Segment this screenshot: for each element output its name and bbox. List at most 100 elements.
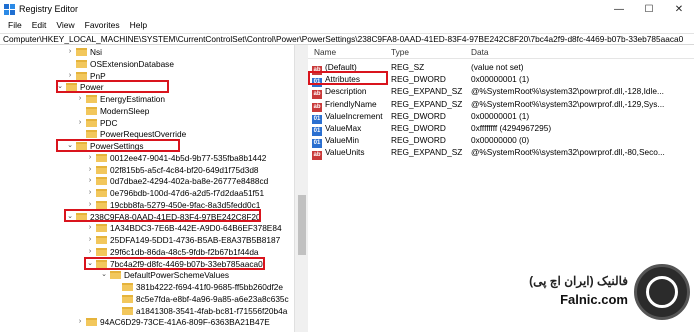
tree-node-label: 8c5e7fda-e8bf-4a96-9a85-a6e23a8c635c — [136, 293, 289, 304]
window-title: Registry Editor — [19, 4, 79, 14]
folder-icon — [96, 247, 107, 256]
tree-node-label: ModernSleep — [100, 105, 150, 116]
value-data-cell: 0x00000001 (1) — [471, 74, 530, 85]
chevron-right-icon[interactable]: › — [86, 175, 94, 187]
tree-node[interactable]: › 0d7dbae2-4294-402a-ba8e-26777e8488cd — [86, 175, 268, 187]
tree-node[interactable]: › 94AC6D29-73CE-41A6-809F-6363BA21B47E — [76, 316, 270, 328]
powersettings-highlight-box — [56, 139, 180, 152]
folder-icon — [76, 71, 87, 80]
value-data-cell: 0x00000000 (0) — [471, 135, 530, 146]
folder-icon — [110, 271, 121, 280]
watermark-site-text: Falnic.com — [560, 292, 628, 307]
tree-node[interactable]: ⌄ DefaultPowerSchemeValues — [100, 269, 229, 281]
menu-file[interactable]: File — [3, 20, 27, 30]
tree-node-label: Nsi — [90, 47, 102, 57]
value-type-cell: REG_SZ — [391, 62, 425, 72]
chevron-right-icon[interactable]: › — [86, 164, 94, 176]
registry-key-tree[interactable]: › Nsi OSExtensionDatabase › PnP ⌄ Power › Energy… — [0, 45, 294, 332]
column-header-type[interactable]: Type — [391, 45, 409, 59]
tree-node[interactable]: › 25DFA149-5DD1-4736-B5AB-E8A37B5B8187 — [86, 234, 280, 246]
folder-icon — [122, 283, 133, 291]
chevron-right-icon[interactable]: › — [76, 93, 84, 105]
folder-icon — [86, 106, 97, 115]
menu-edit[interactable]: Edit — [27, 20, 52, 30]
chevron-down-icon[interactable]: ⌄ — [100, 269, 108, 281]
value-type-cell: REG_EXPAND_SZ — [391, 98, 463, 109]
column-header-data[interactable]: Data — [471, 45, 489, 59]
chevron-right-icon[interactable]: › — [66, 46, 74, 58]
value-row[interactable]: ab ValueUnits REG_EXPAND_SZ @%SystemRoot%\s… — [308, 146, 694, 161]
tree-node-label: a1841308-3541-4fab-bc81-f71556f20b4a — [136, 305, 288, 316]
folder-icon — [76, 48, 87, 56]
tree-node[interactable]: › 1A34BDC3-7E6B-442E-A9D0-64B6EF378E84 — [86, 222, 282, 234]
chevron-right-icon[interactable]: › — [86, 152, 94, 164]
tree-node[interactable]: › Nsi — [66, 46, 102, 58]
value-name: ValueMax — [325, 123, 362, 133]
value-type-cell: REG_DWORD — [391, 74, 446, 85]
value-name: ValueIncrement — [325, 110, 383, 121]
menu-favorites[interactable]: Favorites — [80, 20, 125, 30]
tree-node-label: 0d7dbae2-4294-402a-ba8e-26777e8488cd — [110, 176, 269, 187]
tree-node[interactable]: 381b4222-f694-41f0-9685-ff5bb260df2e — [112, 281, 283, 293]
chevron-right-icon[interactable]: › — [86, 234, 94, 246]
value-type-cell: REG_DWORD — [391, 135, 446, 146]
chevron-right-icon[interactable]: › — [86, 246, 94, 258]
tree-node-label: PDC — [100, 117, 118, 128]
folder-icon — [96, 189, 107, 197]
tree-scrollbar[interactable] — [294, 45, 308, 332]
chevron-right-icon[interactable]: › — [76, 117, 84, 129]
tree-node[interactable]: a1841308-3541-4fab-bc81-f71556f20b4a — [112, 305, 287, 317]
string-value-icon: ab — [312, 151, 322, 161]
tree-node[interactable]: › 29f6c1db-86da-48c5-9fdb-f2b67b1f44da — [86, 246, 259, 258]
tree-node[interactable]: › EnergyEstimation — [76, 93, 165, 105]
tree-node[interactable]: 8c5e7fda-e8bf-4a96-9a85-a6e23a8c635c — [112, 293, 289, 305]
tree-node-label: 381b4222-f694-41f0-9685-ff5bb260df2e — [136, 282, 284, 292]
tree-node-label: 25DFA149-5DD1-4736-B5AB-E8A37B5B8187 — [110, 235, 281, 245]
tree-scrollbar-thumb[interactable] — [298, 195, 306, 255]
menu-view[interactable]: View — [51, 20, 79, 30]
value-row[interactable]: 01 ValueIncrement REG_DWORD 0x00000001 (1) — [308, 110, 694, 124]
value-row[interactable]: 01 ValueMax REG_DWORD 0xffffffff (429496729… — [308, 122, 694, 136]
tree-node[interactable]: › PDC — [76, 117, 118, 129]
chevron-right-icon[interactable]: › — [76, 316, 84, 328]
value-type-cell: REG_EXPAND_SZ — [391, 86, 463, 97]
value-name: Description — [325, 86, 367, 97]
value-name: FriendlyName — [325, 98, 377, 109]
chevron-right-icon[interactable]: › — [86, 187, 94, 199]
value-data-cell: @%SystemRoot%\system32\powrprof.dll,-128… — [471, 86, 664, 97]
folder-icon — [122, 306, 133, 315]
maximize-button[interactable]: ☐ — [634, 0, 664, 18]
folder-icon — [96, 224, 107, 233]
registry-app-icon — [4, 3, 15, 15]
chevron-right-icon[interactable]: › — [86, 222, 94, 234]
folder-icon — [96, 200, 107, 209]
folder-icon — [76, 59, 87, 68]
menu-help[interactable]: Help — [125, 20, 152, 30]
value-type-cell: REG_DWORD — [391, 123, 446, 133]
folder-icon — [86, 130, 97, 139]
value-data-cell: @%SystemRoot%\system32\powrprof.dll,-129… — [471, 98, 665, 109]
tree-node[interactable]: › 0e796bdb-100d-47d6-a2d5-f7d2daa51f51 — [86, 187, 264, 199]
value-row[interactable]: 01 ValueMin REG_DWORD 0x00000000 (0) — [308, 134, 694, 149]
menu-bar: File Edit View Favorites Help — [0, 18, 694, 32]
value-row[interactable]: ab FriendlyName REG_EXPAND_SZ @%SystemRoot%… — [308, 98, 694, 112]
tree-node[interactable]: ModernSleep — [76, 105, 149, 117]
tree-node[interactable]: OSExtensionDatabase — [66, 58, 174, 70]
value-data-cell: 0x00000001 (1) — [471, 110, 530, 121]
tree-node[interactable]: › 0012ee47-9041-4b5d-9b77-535fba8b1442 — [86, 152, 267, 164]
value-row[interactable]: ab Description REG_EXPAND_SZ @%SystemRoot%\… — [308, 85, 694, 100]
folder-icon — [96, 236, 107, 244]
address-bar[interactable]: Computer\HKEY_LOCAL_MACHINE\SYSTEM\Curre… — [0, 33, 694, 45]
tree-node-label: 29f6c1db-86da-48c5-9fdb-f2b67b1f44da — [110, 246, 259, 257]
close-button[interactable]: ✕ — [664, 0, 694, 18]
minimize-button[interactable]: — — [604, 0, 634, 18]
column-header-name[interactable]: Name — [314, 45, 336, 59]
tree-node-label: EnergyEstimation — [100, 94, 166, 104]
attributes-highlight-box — [308, 71, 388, 85]
tree-node[interactable]: › 02f815b5-a5cf-4c84-bf20-649d1f75d3d8 — [86, 164, 259, 176]
